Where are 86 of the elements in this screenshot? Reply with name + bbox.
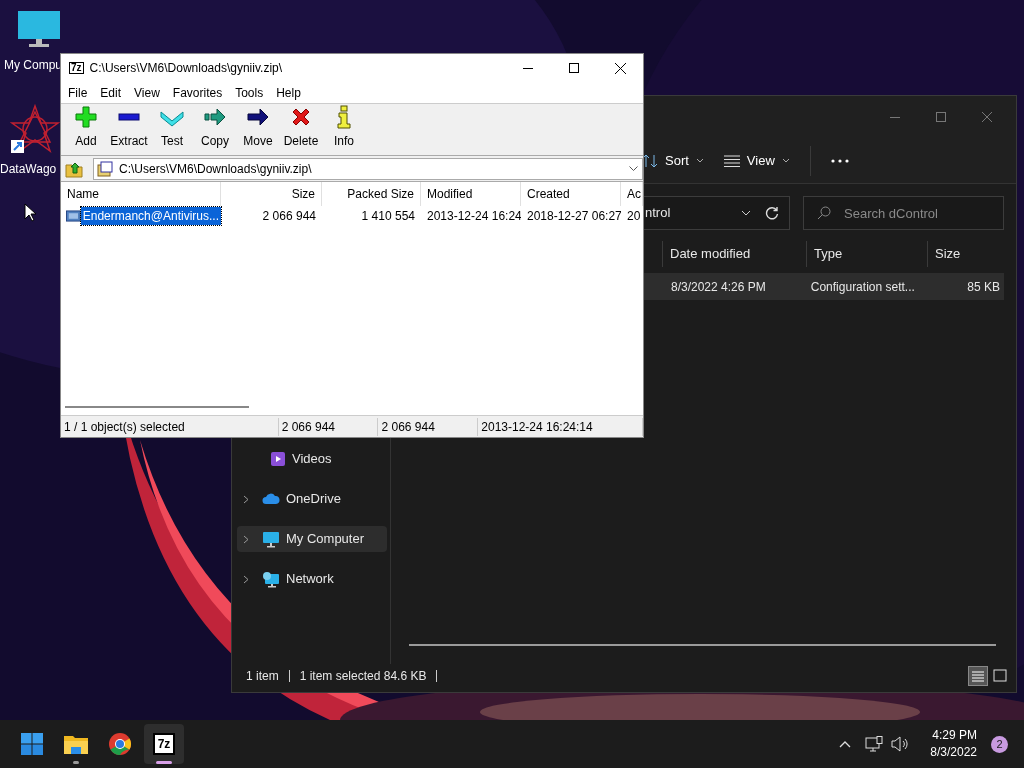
chevron-up-icon[interactable] [839,740,852,748]
notification-badge[interactable]: 2 [991,735,1008,753]
menu-item[interactable]: Help [276,83,301,102]
toolbar-button[interactable]: Extract [109,105,149,150]
search-icon [817,206,831,220]
toolbar-button[interactable]: Delete [281,105,321,150]
chevron-right-icon [243,574,249,584]
table-cell-text: 2 066 944 [261,208,317,225]
desktop-icon-label: DataWago [0,161,57,178]
status-text: 2013-12-24 16:24:14 [478,417,643,436]
table-cell-text: 8/3/2022 4:26 PM [670,278,767,296]
view-button[interactable]: View [723,150,790,171]
taskbar-app[interactable]: 7z [144,724,184,764]
list-icon [723,154,740,167]
status-text: 1 / 1 object(s) selected [61,417,279,436]
table-cell-text: 20 [626,208,642,225]
chevron-down-icon [781,158,790,163]
chevron-right-icon [243,494,249,504]
scrollbar[interactable] [409,644,996,646]
archiver-logo: 7z [152,733,176,755]
toolbar-button[interactable]: Copy [195,105,235,150]
sort-button[interactable]: Sort [642,150,704,171]
column-header[interactable]: Date modified [662,241,806,267]
table-cell-text: Configuration sett... [809,278,916,296]
file-name[interactable]: Endermanch@Antivirus... [80,207,221,225]
chevron-down-icon [741,210,751,216]
chevron-right-icon [243,534,249,544]
windows-icon [20,732,44,756]
column-header[interactable]: Size [927,241,1006,267]
status-text: 1 item [246,668,279,685]
clock[interactable]: 4:29 PM 8/3/2022 [930,727,977,761]
table-cell-text: 2018-12-27 06:27 [526,208,621,225]
status-text: 2 066 944 [278,417,379,436]
toolbar-button[interactable]: Add [66,105,106,150]
table-cell-text: 85 KB [966,278,1001,296]
cursor-icon [24,203,36,222]
menu-item[interactable]: Tools [235,83,264,102]
sort-icon [642,153,658,168]
column-header[interactable]: Modified [421,182,521,206]
star-icon[interactable] [10,104,60,154]
more-icon[interactable] [830,158,849,163]
sidebar-item[interactable]: Videos [237,446,387,472]
column-header[interactable]: Packed Size [322,182,421,206]
refresh-icon[interactable] [765,206,779,220]
column-header[interactable]: Size [221,182,322,206]
table-cell-text: 1 410 554 [360,208,416,225]
toolbar-button[interactable]: Info [324,105,364,150]
network-icon[interactable] [865,736,884,752]
sidebar-item[interactable]: Network [237,566,387,592]
running-indicator [156,761,172,764]
search-field[interactable]: Search dControl [803,196,1004,230]
window-title: C:\Users\VM6\Downloads\gyniiv.zip\ [89,60,284,77]
archive-icon [97,160,113,177]
monitor-icon[interactable] [17,10,61,50]
chevron-down-icon [695,158,704,163]
video-icon [270,451,286,467]
folder-icon [63,733,89,755]
monitor-icon [262,530,280,548]
menu-item[interactable]: View [134,83,160,102]
archiver-logo: 7z [69,62,84,74]
table-cell-text: 2013-12-24 16:24 [426,208,521,225]
status-text: 1 item selected 84.6 KB [299,668,427,685]
address-field[interactable]: C:\Users\VM6\Downloads\gyniiv.zip\ [93,157,643,180]
menu-item[interactable]: File [68,83,88,102]
address-field[interactable]: ntrol [644,196,790,230]
status-text: 2 066 944 [378,417,479,436]
details-view-icon[interactable] [968,666,988,686]
plus-icon [74,105,98,129]
chevron-down-icon[interactable] [629,166,638,171]
column-header[interactable]: Type [806,241,927,267]
menu-item[interactable]: Edit [100,83,122,102]
toolbar-button[interactable]: Test [152,105,192,150]
menu-item[interactable]: Favorites [172,83,223,102]
browser-icon [108,732,132,756]
file-icon [66,210,81,222]
volume-icon[interactable] [891,736,909,752]
scrollbar-thumb[interactable] [65,405,249,408]
cloud-icon [262,493,280,505]
sidebar-item[interactable]: OneDrive [237,486,387,512]
column-header[interactable]: Ac [621,182,643,206]
running-indicator [73,761,79,764]
toolbar-button[interactable]: Move [238,105,278,150]
network-icon [262,570,280,588]
column-header[interactable]: Created [521,182,621,206]
sidebar-item[interactable]: My Computer [237,526,387,552]
file-row[interactable]: 8/3/2022 4:26 PM Configuration sett... 85 KB [644,273,1004,300]
